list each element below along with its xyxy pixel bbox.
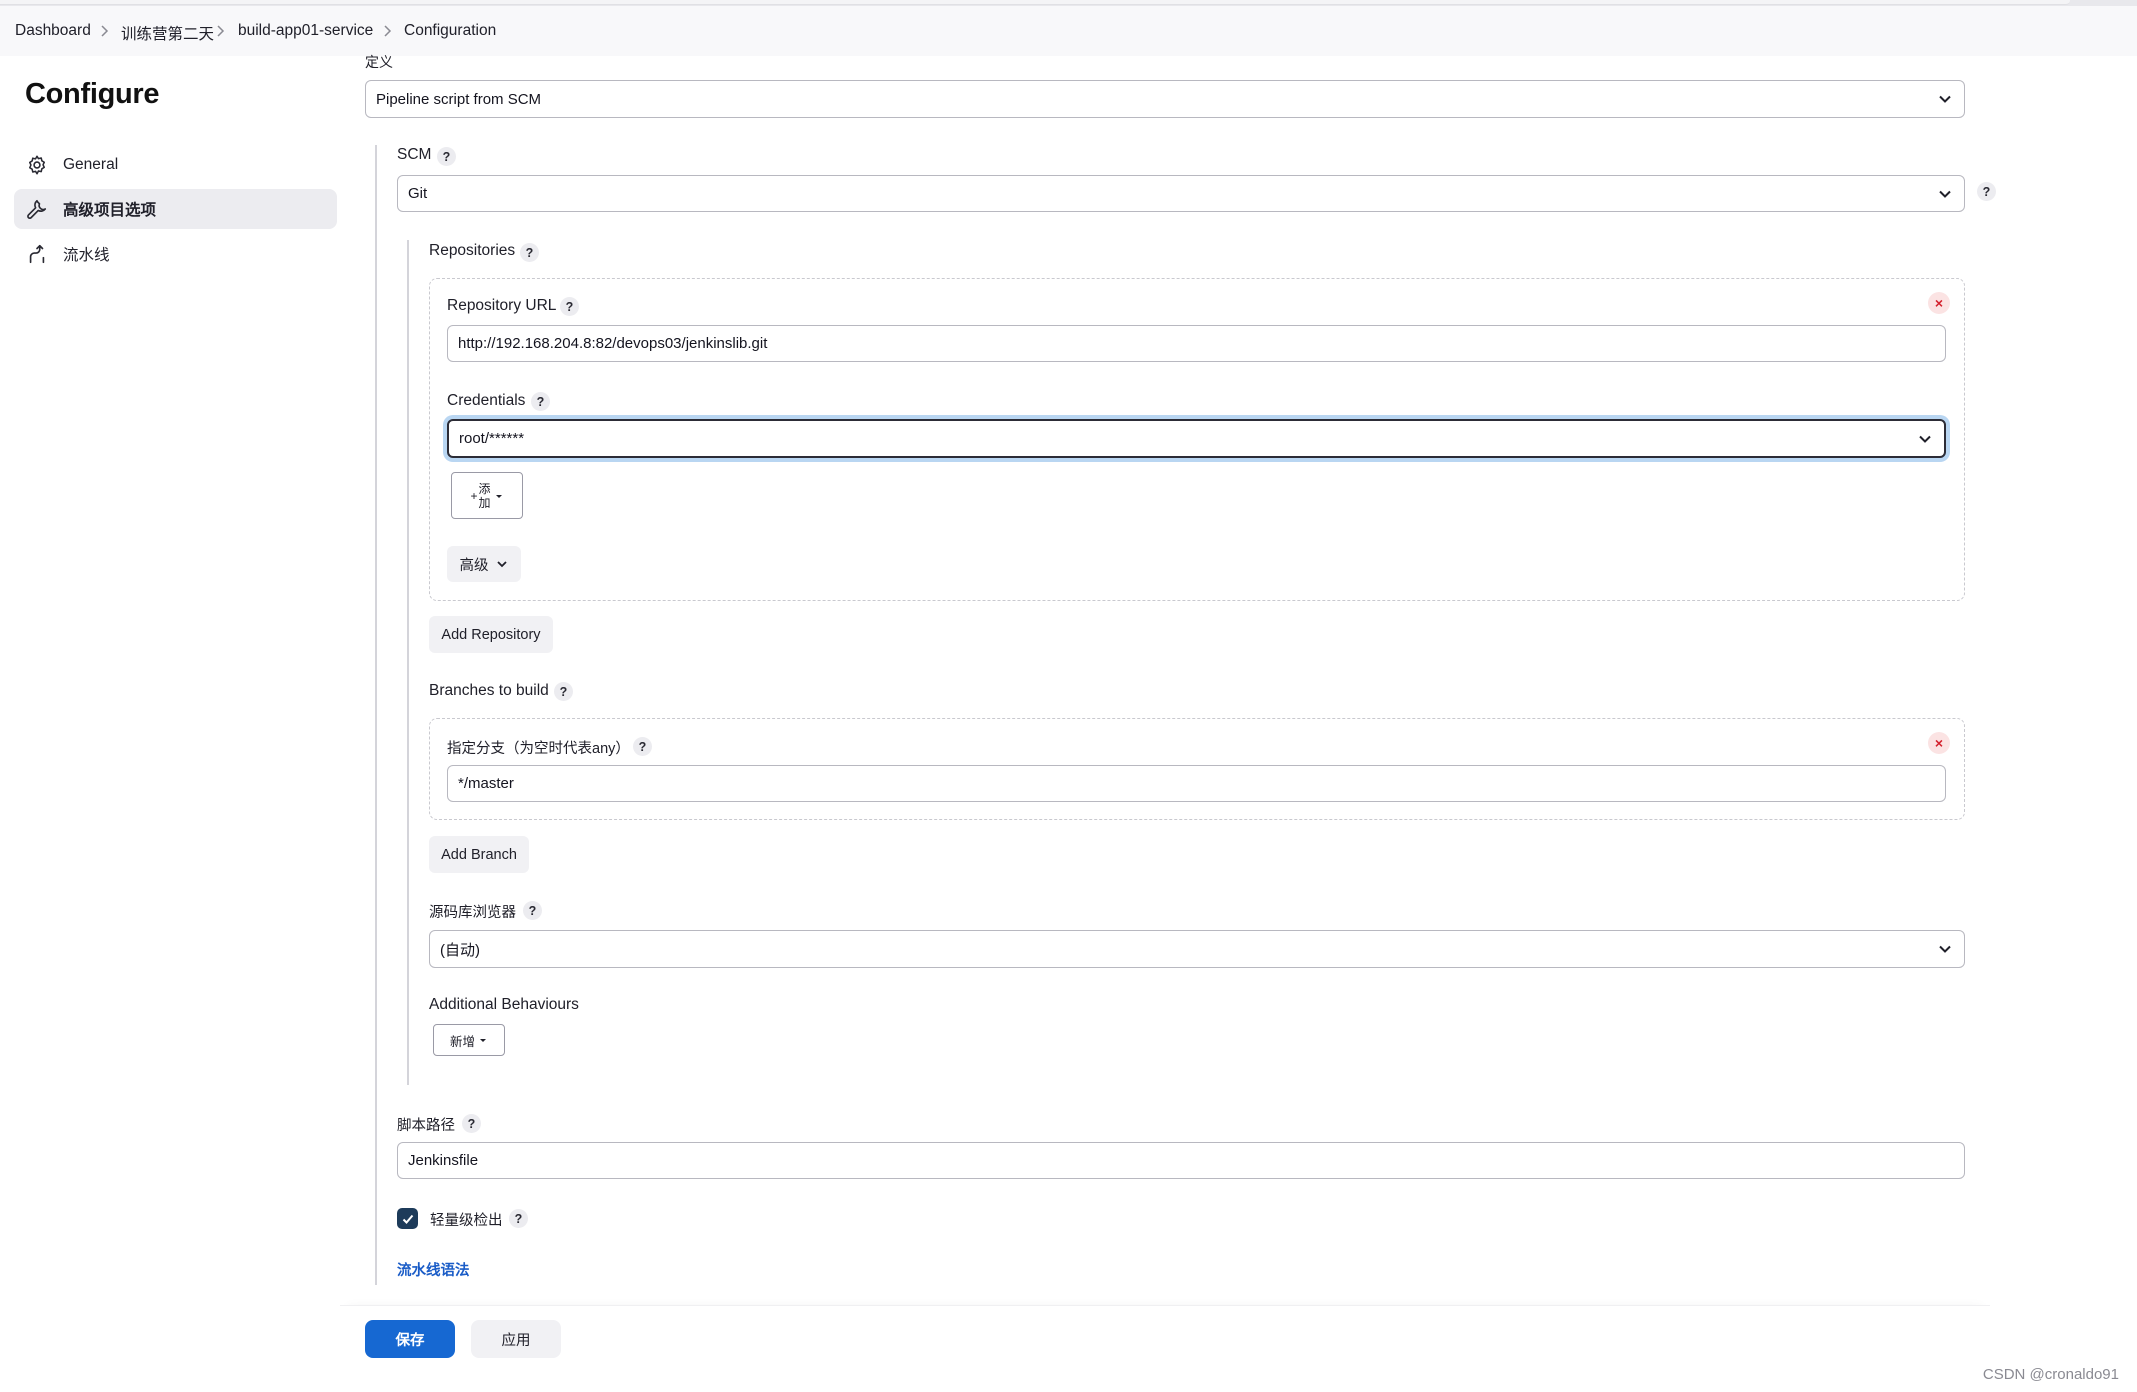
lightweight-checkout-label: 轻量级检出: [430, 1213, 503, 1229]
scm-label: SCM: [397, 146, 432, 163]
watermark: CSDN @cronaldo91: [1982, 1366, 2119, 1383]
plus-icon: +: [470, 488, 478, 503]
add-branch-label: Add Branch: [441, 846, 517, 863]
script-path-input[interactable]: Jenkinsfile: [397, 1142, 1965, 1179]
definition-label: 定义: [365, 54, 393, 70]
section-indent-line: [375, 145, 377, 1285]
page-title: Configure: [25, 78, 160, 110]
credentials-value: root/******: [459, 430, 525, 447]
chevron-down-icon: [1939, 945, 1951, 953]
save-label: 保存: [395, 1332, 425, 1349]
caret-down-icon: [480, 1039, 486, 1042]
sidebar-item-general[interactable]: General: [14, 145, 337, 185]
chevron-down-icon: [1939, 190, 1951, 198]
repository-browser-select[interactable]: (自动): [429, 930, 1965, 968]
breadcrumb-folder[interactable]: 训练营第二天: [121, 22, 214, 44]
chevron-right-icon: [379, 22, 395, 40]
add-repository-button[interactable]: Add Repository: [429, 616, 553, 653]
credentials-label: Credentials: [447, 392, 526, 409]
add-behaviour-button[interactable]: 新增: [433, 1024, 505, 1056]
sidebar-item-label: 高级项目选项: [63, 202, 157, 219]
pipeline-icon: [26, 243, 48, 265]
add-credentials-label-1: 添: [478, 481, 491, 496]
footer-bar: [340, 1305, 1990, 1392]
chevron-right-icon: [96, 22, 112, 40]
wrench-icon: [26, 198, 48, 220]
help-icon[interactable]: ?: [523, 901, 542, 920]
help-icon[interactable]: ?: [520, 243, 539, 262]
save-button[interactable]: 保存: [365, 1320, 455, 1358]
chevron-down-icon: [1939, 95, 1951, 103]
scm-indent-line: [407, 240, 409, 1085]
add-branch-button[interactable]: Add Branch: [429, 836, 529, 873]
add-repository-label: Add Repository: [441, 626, 541, 643]
delete-repository-icon[interactable]: ×: [1928, 292, 1950, 314]
sidebar-item-label: General: [63, 156, 119, 173]
help-icon[interactable]: ?: [531, 392, 550, 411]
add-credentials-label-2: 加: [478, 495, 491, 510]
apply-label: 应用: [501, 1332, 531, 1349]
branch-spec-value: */master: [458, 775, 514, 792]
credentials-select[interactable]: root/******: [447, 419, 1946, 458]
definition-value: Pipeline script from SCM: [376, 90, 542, 108]
advanced-toggle-button[interactable]: 高级: [447, 546, 521, 582]
repository-url-value: http://192.168.204.8:82/devops03/jenkins…: [458, 335, 768, 352]
scm-select[interactable]: Git: [397, 175, 1965, 212]
help-icon[interactable]: ?: [437, 147, 456, 166]
script-path-value: Jenkinsfile: [408, 1152, 479, 1169]
help-icon[interactable]: ?: [633, 737, 652, 756]
repository-url-input[interactable]: http://192.168.204.8:82/devops03/jenkins…: [447, 325, 1946, 362]
checkmark-icon: [402, 1214, 413, 1224]
repositories-label: Repositories: [429, 242, 516, 259]
gear-icon: [26, 154, 48, 176]
sidebar-item-label: 流水线: [63, 247, 110, 264]
repository-url-label: Repository URL: [447, 297, 557, 314]
help-icon[interactable]: ?: [560, 297, 579, 316]
add-behaviour-label: 新增: [449, 1034, 475, 1049]
advanced-label: 高级: [459, 557, 489, 574]
scm-value: Git: [408, 185, 428, 202]
sidebar-item-pipeline[interactable]: 流水线: [14, 234, 337, 274]
window-top-edge: [0, 0, 2070, 5]
repository-browser-label: 源码库浏览器: [429, 905, 516, 921]
branch-spec-input[interactable]: */master: [447, 765, 1946, 802]
branches-label: Branches to build: [429, 682, 549, 699]
apply-button[interactable]: 应用: [471, 1320, 561, 1358]
chevron-down-icon: [1919, 435, 1931, 443]
chevron-down-icon: [496, 561, 507, 568]
caret-down-icon: [495, 494, 502, 498]
help-icon[interactable]: ?: [1977, 182, 1996, 201]
definition-select[interactable]: Pipeline script from SCM: [365, 80, 1965, 118]
delete-branch-icon[interactable]: ×: [1928, 732, 1950, 754]
breadcrumb-job[interactable]: build-app01-service: [238, 22, 373, 40]
add-credentials-button[interactable]: + 添 加: [451, 472, 523, 519]
chevron-right-icon: [212, 22, 228, 40]
lightweight-checkout-checkbox[interactable]: [397, 1208, 418, 1229]
help-icon[interactable]: ?: [462, 1114, 481, 1133]
help-icon[interactable]: ?: [554, 682, 573, 701]
additional-behaviours-label: Additional Behaviours: [429, 996, 579, 1013]
breadcrumb-configuration[interactable]: Configuration: [404, 22, 496, 40]
pipeline-syntax-link[interactable]: 流水线语法: [397, 1259, 470, 1280]
branch-spec-label: 指定分支（为空时代表any）: [447, 741, 630, 757]
breadcrumb-dashboard[interactable]: Dashboard: [15, 22, 91, 40]
help-icon[interactable]: ?: [509, 1209, 528, 1228]
script-path-label: 脚本路径: [397, 1118, 455, 1134]
sidebar-item-advanced[interactable]: 高级项目选项: [14, 189, 337, 229]
repository-browser-value: (自动): [440, 941, 480, 959]
